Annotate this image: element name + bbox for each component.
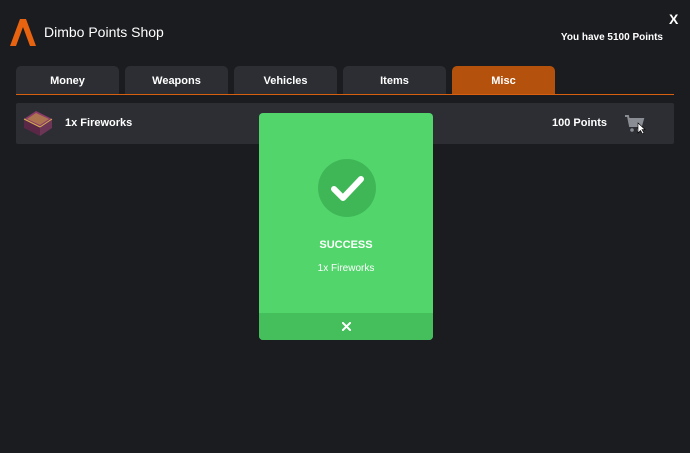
tab-underline (16, 94, 674, 95)
cart-icon[interactable] (624, 114, 646, 134)
category-tabs: Money Weapons Vehicles Items Misc (16, 66, 555, 95)
close-icon (341, 322, 351, 331)
success-modal: SUCCESS 1x Fireworks (259, 113, 433, 340)
app-title: Dimbo Points Shop (44, 24, 164, 40)
item-name: 1x Fireworks (65, 117, 133, 129)
modal-close-button[interactable] (259, 313, 433, 340)
tab-misc[interactable]: Misc (452, 66, 555, 95)
modal-message: 1x Fireworks (317, 263, 375, 274)
app-logo-icon (10, 19, 36, 46)
item-price: 100 Points (552, 117, 608, 129)
points-balance: You have 5100 Points (560, 32, 663, 43)
tab-money[interactable]: Money (16, 66, 119, 95)
modal-title: SUCCESS (319, 239, 373, 251)
tab-items[interactable]: Items (343, 66, 446, 95)
checkmark-icon (318, 159, 376, 217)
close-button[interactable]: X (669, 11, 678, 27)
tab-weapons[interactable]: Weapons (125, 66, 228, 95)
tab-vehicles[interactable]: Vehicles (234, 66, 337, 95)
fireworks-crate-icon (23, 111, 53, 136)
